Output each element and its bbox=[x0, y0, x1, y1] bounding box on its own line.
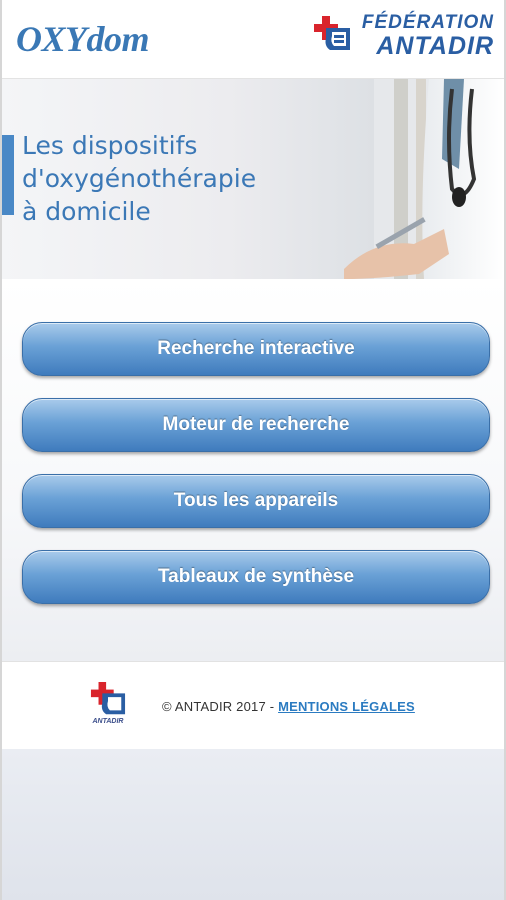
banner-accent-bar bbox=[2, 135, 14, 215]
banner-title: Les dispositifs d'oxygénothérapie à domi… bbox=[22, 129, 256, 228]
footer: ANTADIR © ANTADIR 2017 - MENTIONS LÉGALE… bbox=[2, 661, 504, 750]
hero-banner: Les dispositifs d'oxygénothérapie à domi… bbox=[2, 78, 504, 280]
federation-antadir-logo: FÉDÉRATION ANTADIR bbox=[313, 12, 494, 61]
banner-title-line3: à domicile bbox=[22, 197, 151, 226]
banner-title-line2: d'oxygénothérapie bbox=[22, 164, 257, 193]
oxydom-logo: OXYdom bbox=[16, 19, 150, 59]
mentions-legales-link[interactable]: MENTIONS LÉGALES bbox=[278, 699, 415, 714]
doctor-illustration bbox=[344, 79, 504, 279]
tableaux-de-synthese-button[interactable]: Tableaux de synthèse bbox=[22, 550, 490, 604]
antadir-footer-logo: ANTADIR bbox=[86, 682, 130, 730]
footer-logo-caption: ANTADIR bbox=[92, 718, 124, 725]
footer-copyright: © ANTADIR 2017 - MENTIONS LÉGALES bbox=[162, 699, 415, 714]
copyright-text: © ANTADIR 2017 - bbox=[162, 699, 279, 714]
main-menu: Recherche interactive Moteur de recherch… bbox=[2, 279, 504, 661]
app-header: OXYdom FÉDÉRATION ANTADIR bbox=[2, 0, 504, 78]
federation-label: FÉDÉRATION bbox=[361, 12, 494, 33]
banner-title-line1: Les dispositifs bbox=[22, 131, 198, 160]
tous-les-appareils-button[interactable]: Tous les appareils bbox=[22, 474, 490, 528]
recherche-interactive-button[interactable]: Recherche interactive bbox=[22, 322, 490, 376]
bottom-background bbox=[2, 749, 504, 900]
antadir-cross-logo-icon bbox=[90, 682, 126, 715]
moteur-de-recherche-button[interactable]: Moteur de recherche bbox=[22, 398, 490, 452]
antadir-cross-logo-icon bbox=[313, 16, 350, 50]
antadir-label: ANTADIR bbox=[376, 32, 494, 60]
